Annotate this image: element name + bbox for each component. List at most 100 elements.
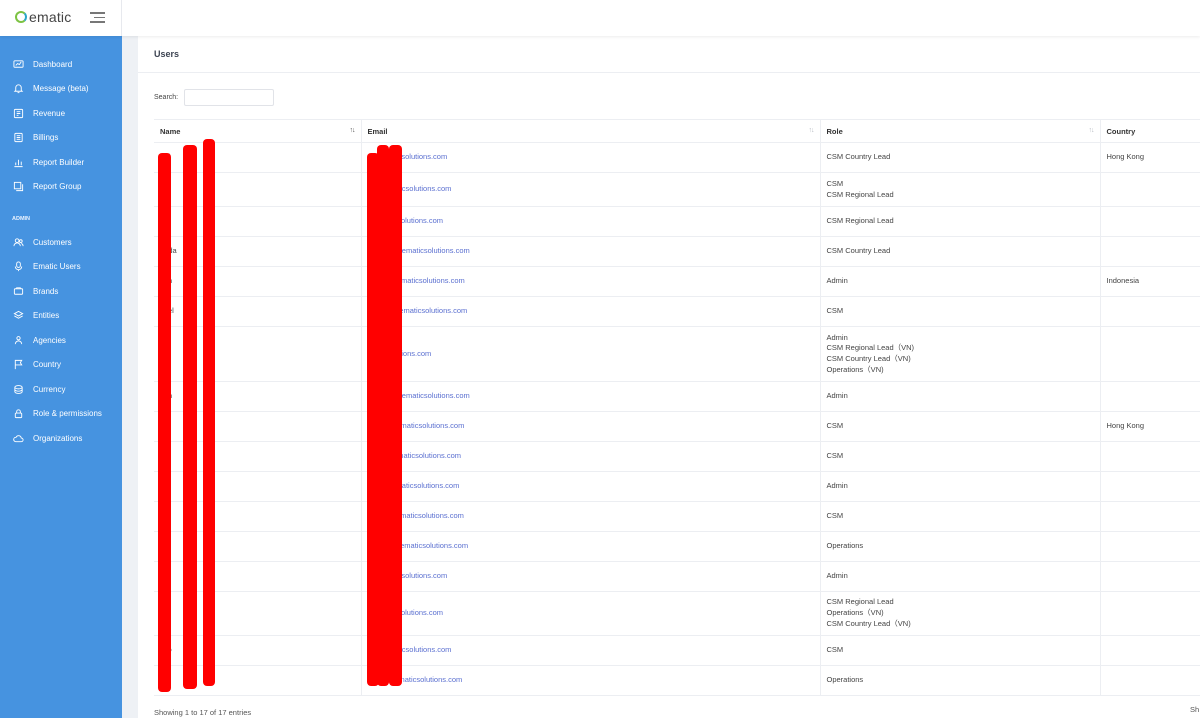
table-row[interactable]: andaguzman@ematicsolutions.comCSM Countr… — [154, 236, 1200, 267]
sidebar-item-label: Currency — [33, 384, 66, 394]
sidebar-item-label: Role & permissions — [33, 409, 102, 419]
cell-country — [1099, 591, 1200, 636]
cell-country — [1099, 206, 1200, 237]
column-header-label: Role — [826, 126, 843, 136]
sidebar-item-entities[interactable]: Entities — [0, 304, 122, 329]
table-row[interactable]: nvelecatian@ematicsolutions.comCSM — [154, 296, 1200, 327]
sidebar-item-label: Customers — [33, 237, 72, 247]
sidebar-item-organizations[interactable]: Organizations — [0, 426, 122, 451]
cell-role: CSM — [819, 501, 1100, 532]
cell-email: drada@ematicsolutions.com — [360, 665, 820, 696]
sidebar-item-label: Country — [33, 360, 62, 370]
table-row[interactable]: geln@ematicsolutions.comCSM Country Lead… — [154, 142, 1200, 173]
table-row[interactable]: rishnapathy@ematicsolutions.comAdmin — [154, 381, 1200, 412]
cell-country — [1099, 665, 1200, 696]
panel-divider — [138, 72, 1200, 73]
menu-toggle-icon[interactable] — [90, 12, 105, 23]
cell-role: Admin — [819, 471, 1100, 502]
table-row[interactable]: vonanovic@ematicsolutions.comAdminIndone… — [154, 266, 1200, 297]
role-line: Admin — [826, 481, 848, 491]
role-line: CSM Country Lead — [826, 152, 891, 162]
role-line: CSM Country Lead（VN) — [826, 618, 911, 628]
sidebar-item-report-group[interactable]: Report Group — [0, 175, 122, 200]
sidebar-item-role-permissions[interactable]: Role & permissions — [0, 402, 122, 427]
cell-country — [1099, 381, 1200, 412]
sort-icon[interactable]: ↑↓ — [809, 127, 815, 134]
column-header-label: Email — [367, 126, 388, 136]
table-row[interactable]: a@ematicsolutions.comCSM Regional Lead — [154, 206, 1200, 237]
cell-email: anovic@ematicsolutions.com — [360, 266, 820, 297]
sidebar-item-dashboard[interactable]: Dashboard — [0, 52, 122, 77]
table-row[interactable]: riciaraquel@ematicsolutions.comOperation… — [154, 531, 1200, 562]
redaction-mark — [389, 145, 402, 686]
sidebar-item-billings[interactable]: Billings — [0, 126, 122, 151]
cell-country — [1099, 531, 1200, 562]
sidebar-item-country[interactable]: Country — [0, 353, 122, 378]
sidebar-item-brands[interactable]: Brands — [0, 279, 122, 304]
role-line: Admin — [826, 332, 848, 342]
revenue-icon — [13, 108, 24, 119]
sidebar-item-report-builder[interactable]: Report Builder — [0, 150, 122, 175]
column-header-email[interactable]: Email ↑↓ — [360, 119, 820, 143]
role-line: CSM Regional Lead — [826, 189, 894, 199]
cell-country — [1099, 296, 1200, 327]
table-row[interactable]: urohalare@ematicsolutions.comCSM — [154, 501, 1200, 532]
cell-email: @ematicsolutions.com — [360, 591, 820, 636]
sidebar-item-label: Agencies — [33, 335, 66, 345]
cell-country — [1099, 501, 1200, 532]
dashboard-icon — [13, 59, 24, 70]
sidebar-item-label: Revenue — [33, 108, 66, 118]
search-label: Search: — [154, 94, 179, 101]
column-header-name[interactable]: Name ↑↓ — [154, 119, 361, 143]
table-row[interactable]: bedrada@ematicsolutions.comOperations — [154, 665, 1200, 696]
currency-icon — [13, 384, 24, 395]
sidebar-item-agencies[interactable]: Agencies — [0, 328, 122, 353]
role-line: CSM — [826, 645, 844, 655]
cell-role: Operations — [819, 531, 1100, 562]
sidebar-item-currency[interactable]: Currency — [0, 377, 122, 402]
cell-email: napathy@ematicsolutions.com — [360, 381, 820, 412]
cell-email: guzman@ematicsolutions.com — [360, 236, 820, 267]
cell-email: halare@ematicsolutions.com — [360, 501, 820, 532]
bell-icon — [13, 83, 24, 94]
cell-role: CSM CSM Regional Lead — [819, 172, 1100, 207]
column-header-role[interactable]: Role ↑↓ — [819, 119, 1100, 143]
role-line: CSM — [826, 451, 844, 461]
cell-email: ecatian@ematicsolutions.com — [360, 296, 820, 327]
sidebar-item-customers[interactable]: Customers — [0, 230, 122, 255]
column-header-label: Country — [1106, 126, 1136, 136]
sidebar-item-ematic-users[interactable]: Ematic Users — [0, 255, 122, 280]
logo-mark-icon — [15, 11, 27, 23]
users-table-body: geln@ematicsolutions.comCSM Country Lead… — [154, 142, 1200, 696]
table-row[interactable]: Tamaticsolutions.comAdminCSM Regional Le… — [154, 326, 1200, 382]
sidebar-section-admin: ADMIN — [12, 216, 31, 222]
sort-icon[interactable]: ↑↓ — [1089, 127, 1095, 134]
brand-area: ematic — [0, 0, 122, 36]
sidebar-item-label: Billings — [33, 133, 59, 143]
role-line: CSM — [826, 421, 844, 431]
cell-role: CSM Country Lead — [819, 142, 1100, 173]
table-row[interactable]: nguyen@ematicsolutions.comAdmin — [154, 471, 1200, 502]
role-line: CSM Country Lead — [826, 246, 891, 256]
role-line: Operations — [826, 675, 864, 685]
table-row[interactable]: anasevic@ematicsolutions.comCSMHong Kong — [154, 411, 1200, 442]
column-header-country[interactable]: Country — [1099, 119, 1200, 143]
sidebar-item-message[interactable]: Message (beta) — [0, 77, 122, 102]
table-row[interactable]: istoad@ematicsolutions.comCSM — [154, 635, 1200, 666]
table-row[interactable]: vinng@ematicsolutions.comCSMCSM Regional… — [154, 172, 1200, 207]
table-row[interactable]: na@ematicsolutions.comAdmin — [154, 561, 1200, 592]
search-input[interactable] — [184, 89, 274, 106]
role-line: Operations — [826, 541, 864, 551]
users-panel: Users Search: Name ↑↓ Email ↑↓ Role ↑↓ Coun… — [138, 36, 1200, 718]
sort-asc-icon[interactable]: ↑↓ — [350, 127, 356, 134]
redaction-mark — [183, 145, 197, 689]
sidebar-item-revenue[interactable]: Revenue — [0, 101, 122, 126]
cell-country — [1099, 441, 1200, 472]
billings-icon — [13, 132, 24, 143]
table-row[interactable]: y@ematicsolutions.comCSM Regional LeadOp… — [154, 591, 1200, 636]
cell-country — [1099, 471, 1200, 502]
table-row[interactable]: ringaspi@ematicsolutions.comCSM — [154, 441, 1200, 472]
cell-role: CSM — [819, 441, 1100, 472]
cell-email: uyen@ematicsolutions.com — [360, 471, 820, 502]
logo[interactable]: ematic — [15, 9, 71, 25]
